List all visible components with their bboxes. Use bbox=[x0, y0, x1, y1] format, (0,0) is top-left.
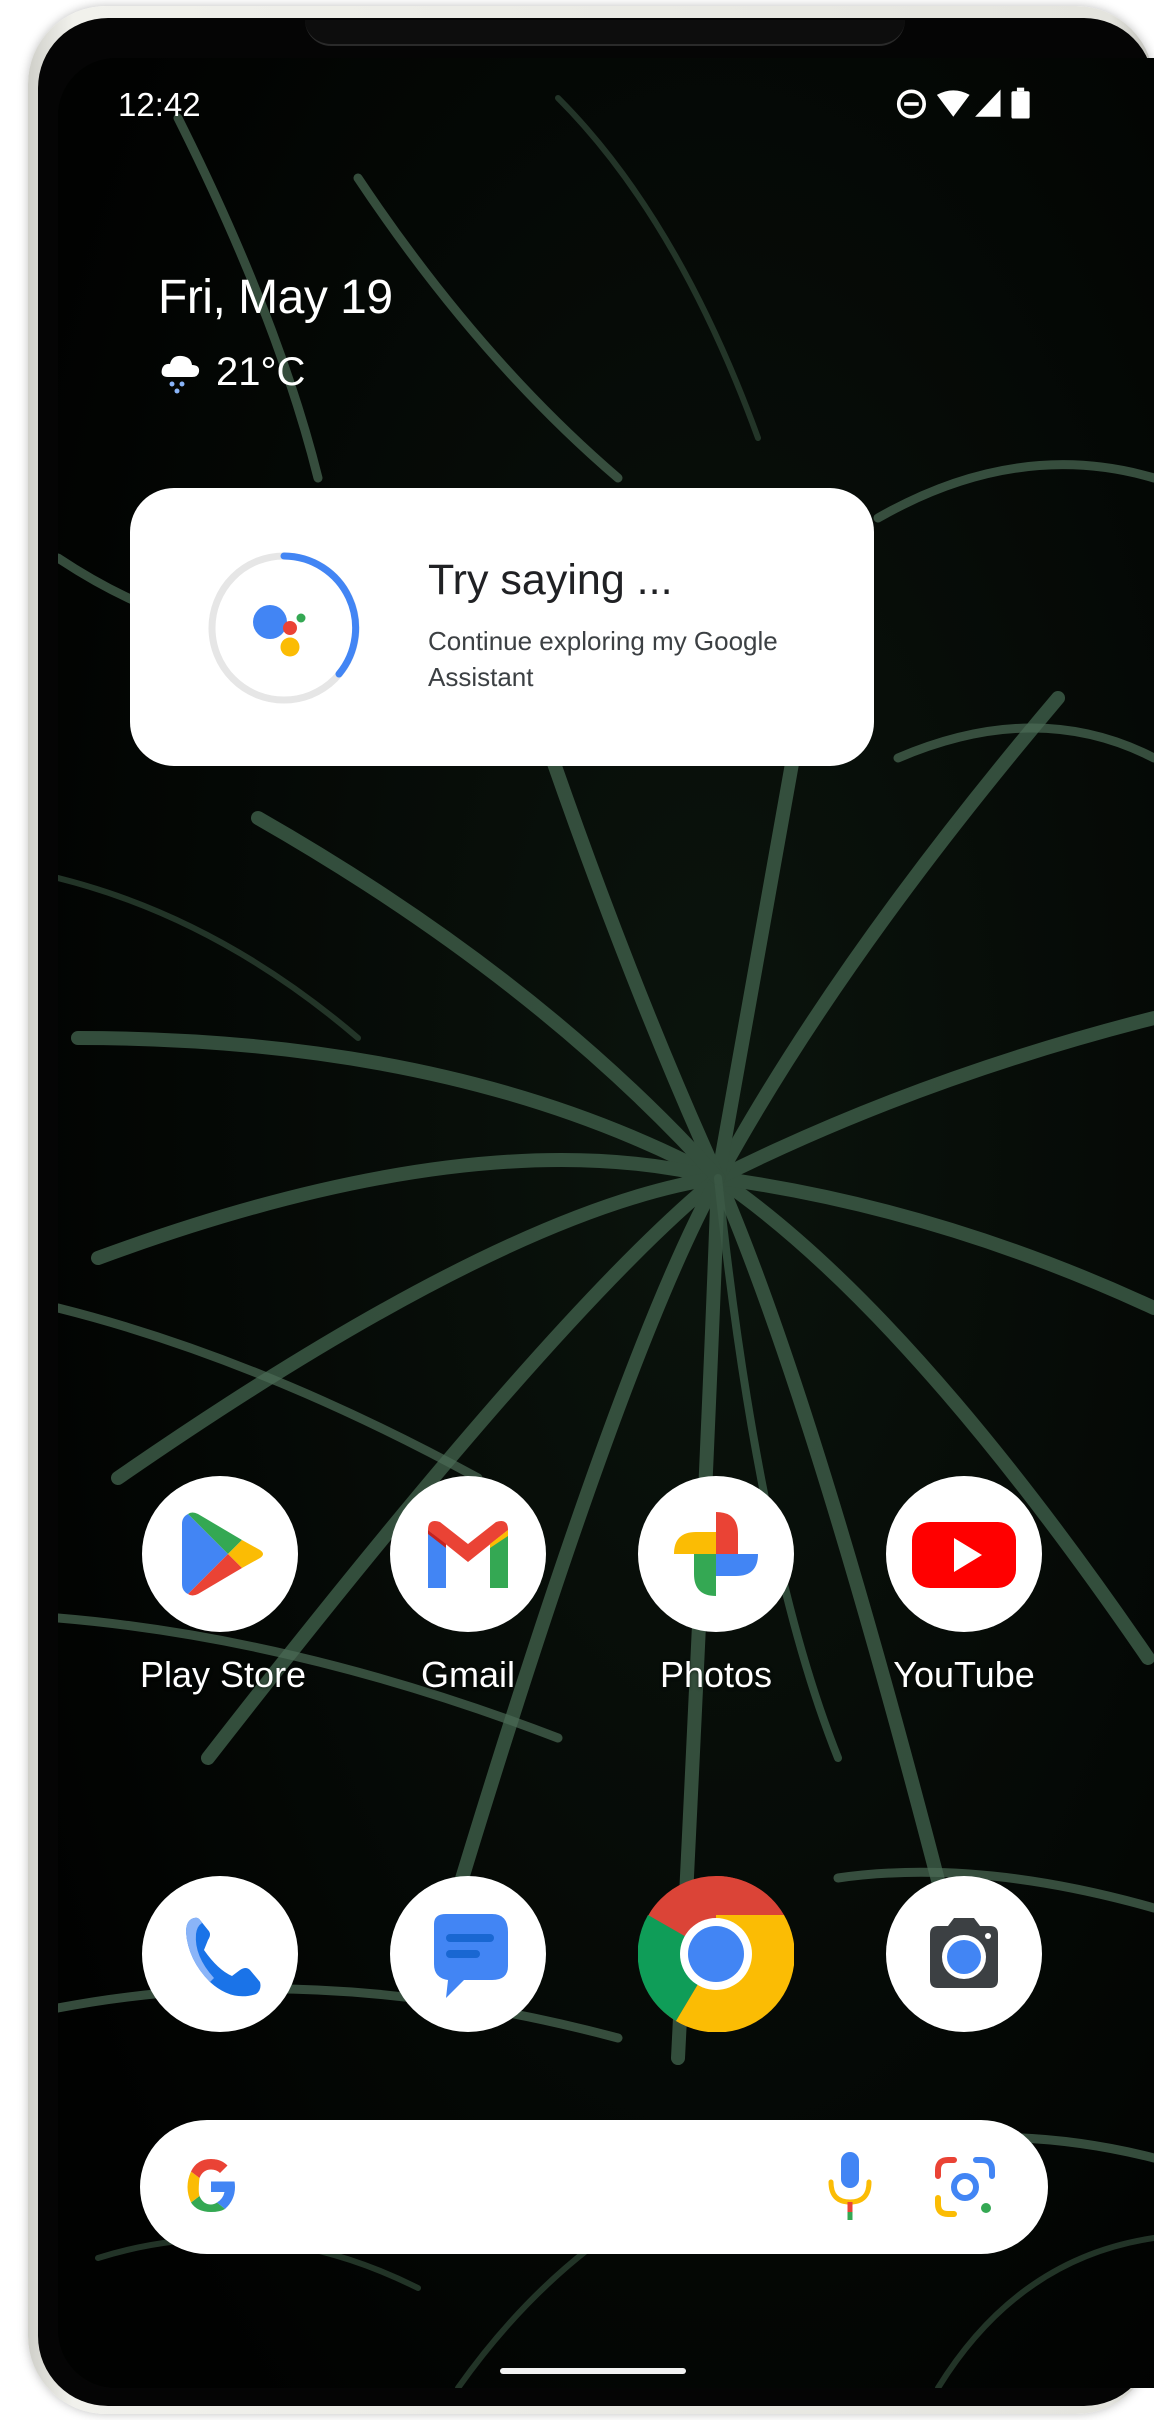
card-subtitle: Continue exploring my Google Assistant bbox=[428, 626, 778, 692]
app-circle bbox=[638, 1476, 794, 1632]
gmail-icon bbox=[428, 1521, 508, 1588]
google-search-bar[interactable] bbox=[140, 2120, 1048, 2254]
app-photos[interactable]: Photos bbox=[636, 1476, 796, 1696]
app-circle bbox=[390, 1876, 546, 2032]
youtube-icon bbox=[912, 1522, 1016, 1588]
dock-app-chrome[interactable] bbox=[636, 1876, 796, 2032]
gesture-nav-handle[interactable] bbox=[500, 2368, 686, 2374]
home-screen: 12:42 Fri, May 19 21°C Try saying ... Co… bbox=[58, 58, 1154, 2388]
play-store-icon bbox=[182, 1512, 263, 1596]
dock-app-messages[interactable] bbox=[388, 1876, 548, 2032]
status-time: 12:42 bbox=[118, 86, 201, 123]
wifi-icon bbox=[936, 90, 970, 117]
app-label: Gmail bbox=[420, 1654, 515, 1695]
app-circle bbox=[142, 1876, 298, 2032]
phone-icon bbox=[186, 1917, 261, 1997]
earpiece-speaker bbox=[305, 20, 905, 46]
battery-icon bbox=[1011, 87, 1030, 119]
messages-icon bbox=[434, 1914, 508, 1998]
app-circle bbox=[886, 1476, 1042, 1632]
google-lens-icon[interactable] bbox=[932, 2154, 998, 2220]
temperature-label: 21°C bbox=[216, 350, 306, 394]
assistant-card[interactable]: Try saying ... Continue exploring my Goo… bbox=[130, 488, 874, 766]
cellular-signal-icon bbox=[975, 89, 1001, 117]
app-label: YouTube bbox=[893, 1654, 1035, 1695]
app-play-store[interactable]: Play Store bbox=[140, 1476, 307, 1696]
google-assistant-icon bbox=[208, 552, 360, 704]
do-not-disturb-icon bbox=[896, 89, 926, 119]
weather-row[interactable]: 21°C bbox=[158, 350, 305, 395]
dock-app-phone[interactable] bbox=[140, 1876, 300, 2032]
app-circle bbox=[142, 1476, 298, 1632]
app-label: Play Store bbox=[140, 1654, 307, 1695]
google-g-icon[interactable] bbox=[178, 2154, 244, 2220]
app-circle bbox=[886, 1876, 1042, 2032]
dock-app-camera[interactable] bbox=[884, 1876, 1044, 2032]
wallpaper-palm-leaves bbox=[58, 58, 1154, 2388]
app-label: Photos bbox=[659, 1654, 773, 1695]
chrome-icon bbox=[638, 1876, 794, 2032]
app-youtube[interactable]: YouTube bbox=[884, 1476, 1044, 1696]
date-label[interactable]: Fri, May 19 bbox=[158, 270, 393, 325]
camera-icon bbox=[930, 1918, 998, 1988]
app-gmail[interactable]: Gmail bbox=[388, 1476, 548, 1696]
microphone-icon[interactable] bbox=[822, 2148, 878, 2226]
rain-cloud-icon bbox=[161, 355, 200, 393]
photos-icon bbox=[674, 1512, 758, 1596]
status-icons bbox=[896, 87, 1030, 119]
card-title: Try saying ... bbox=[428, 556, 673, 604]
app-circle bbox=[390, 1476, 546, 1632]
